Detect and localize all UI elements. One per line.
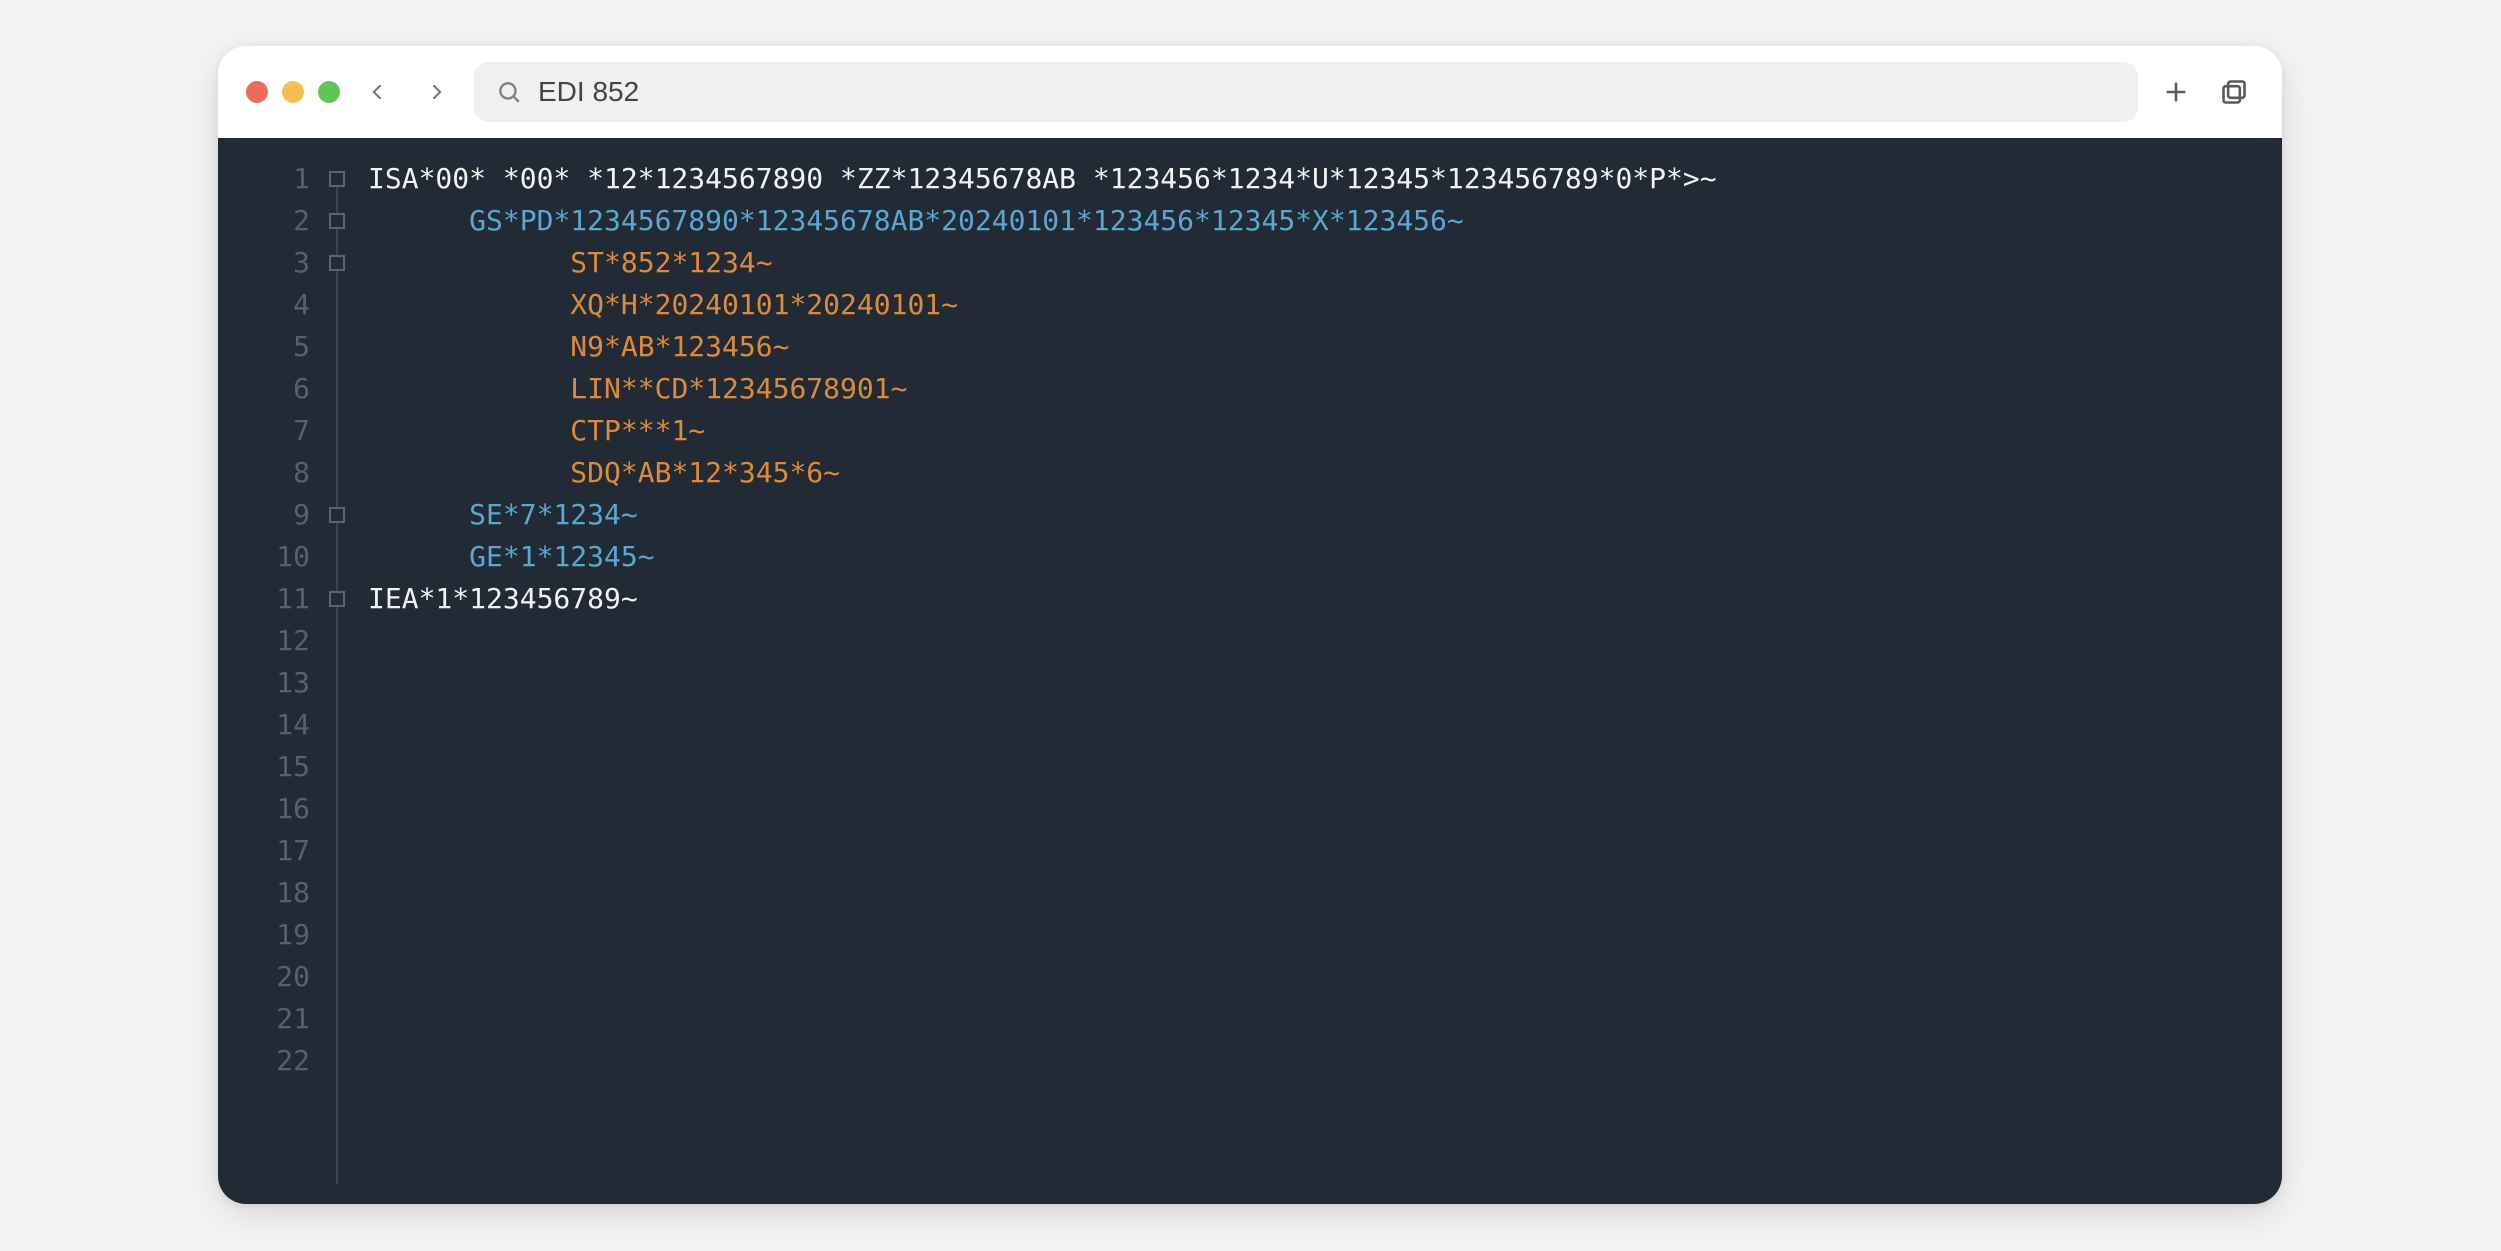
line-number: 14: [218, 704, 310, 746]
code-token: LIN**CD*12345678901~: [570, 372, 907, 405]
code-token: SDQ*AB*12*345*6~: [570, 456, 840, 489]
fold-guide-line: [336, 179, 338, 1184]
code-token: N9*AB*123456~: [570, 330, 789, 363]
code-line[interactable]: XQ*H*20240101*20240101~: [368, 284, 2282, 326]
line-number: 11: [218, 578, 310, 620]
code-line[interactable]: SDQ*AB*12*345*6~: [368, 452, 2282, 494]
code-line[interactable]: ISA*00* *00* *12*1234567890 *ZZ*12345678…: [368, 158, 2282, 200]
code-line[interactable]: GE*1*12345~: [368, 536, 2282, 578]
line-number: 8: [218, 452, 310, 494]
app-window: 12345678910111213141516171819202122 ISA*…: [218, 46, 2282, 1204]
line-number: 21: [218, 998, 310, 1040]
line-number: 4: [218, 284, 310, 326]
fold-gutter: [320, 158, 360, 1204]
code-token: CTP***1~: [570, 414, 705, 447]
line-number: 7: [218, 410, 310, 452]
close-window-button[interactable]: [246, 81, 268, 103]
line-number: 2: [218, 200, 310, 242]
chevron-right-icon: [426, 78, 446, 106]
minimize-window-button[interactable]: [282, 81, 304, 103]
code-line[interactable]: N9*AB*123456~: [368, 326, 2282, 368]
code-line[interactable]: CTP***1~: [368, 410, 2282, 452]
chevron-left-icon: [368, 78, 388, 106]
nav-back-button[interactable]: [358, 72, 398, 112]
titlebar: [218, 46, 2282, 138]
fold-toggle[interactable]: [329, 591, 345, 607]
code-editor[interactable]: 12345678910111213141516171819202122 ISA*…: [218, 138, 2282, 1204]
code-token: ISA*00* *00* *12*1234567890 *ZZ*12345678…: [368, 162, 1717, 195]
code-content[interactable]: ISA*00* *00* *12*1234567890 *ZZ*12345678…: [360, 158, 2282, 1204]
line-number: 12: [218, 620, 310, 662]
line-number: 9: [218, 494, 310, 536]
line-number: 20: [218, 956, 310, 998]
window-stack-button[interactable]: [2214, 72, 2254, 112]
code-token: XQ*H*20240101*20240101~: [570, 288, 958, 321]
line-number-gutter: 12345678910111213141516171819202122: [218, 158, 320, 1204]
line-number: 17: [218, 830, 310, 872]
line-number: 19: [218, 914, 310, 956]
search-input[interactable]: [538, 76, 2116, 108]
fold-toggle[interactable]: [329, 255, 345, 271]
line-number: 5: [218, 326, 310, 368]
window-stack-icon: [2220, 78, 2248, 106]
line-number: 22: [218, 1040, 310, 1082]
line-number: 1: [218, 158, 310, 200]
line-number: 6: [218, 368, 310, 410]
search-icon: [496, 79, 522, 105]
line-number: 18: [218, 872, 310, 914]
search-field[interactable]: [474, 62, 2138, 122]
code-line[interactable]: ST*852*1234~: [368, 242, 2282, 284]
code-line[interactable]: GS*PD*1234567890*12345678AB*20240101*123…: [368, 200, 2282, 242]
fold-toggle[interactable]: [329, 507, 345, 523]
code-token: SE*7*1234~: [469, 498, 638, 531]
fold-toggle[interactable]: [329, 171, 345, 187]
code-line[interactable]: IEA*1*123456789~: [368, 578, 2282, 620]
code-line[interactable]: LIN**CD*12345678901~: [368, 368, 2282, 410]
code-token: GE*1*12345~: [469, 540, 654, 573]
code-line[interactable]: SE*7*1234~: [368, 494, 2282, 536]
code-token: ST*852*1234~: [570, 246, 772, 279]
line-number: 16: [218, 788, 310, 830]
window-controls: [246, 81, 340, 103]
code-token: IEA*1*123456789~: [368, 582, 638, 615]
line-number: 13: [218, 662, 310, 704]
new-tab-button[interactable]: [2156, 72, 2196, 112]
nav-forward-button[interactable]: [416, 72, 456, 112]
zoom-window-button[interactable]: [318, 81, 340, 103]
line-number: 10: [218, 536, 310, 578]
fold-toggle[interactable]: [329, 213, 345, 229]
plus-icon: [2162, 78, 2190, 106]
code-token: GS*PD*1234567890*12345678AB*20240101*123…: [469, 204, 1464, 237]
line-number: 15: [218, 746, 310, 788]
line-number: 3: [218, 242, 310, 284]
